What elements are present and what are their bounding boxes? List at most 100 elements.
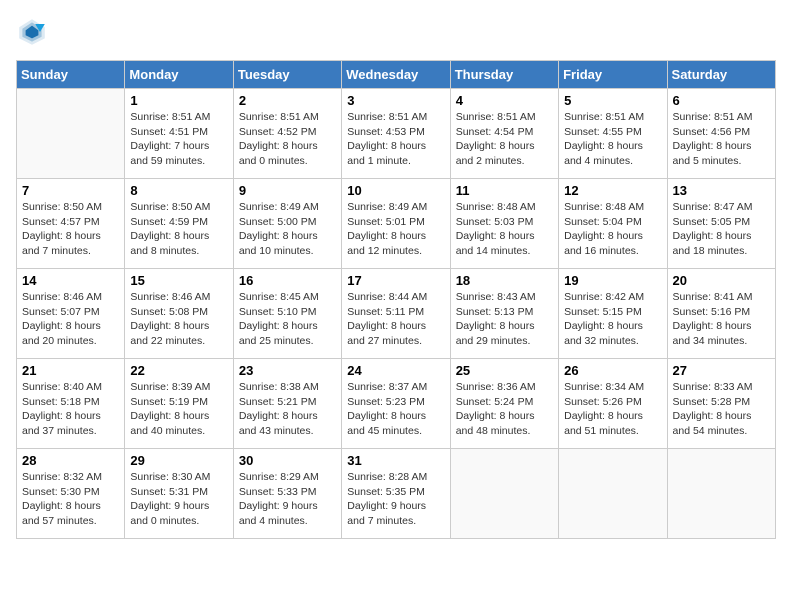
day-number: 21: [22, 363, 119, 378]
calendar-header-row: SundayMondayTuesdayWednesdayThursdayFrid…: [17, 61, 776, 89]
day-info: Sunrise: 8:51 AMSunset: 4:56 PMDaylight:…: [673, 110, 770, 169]
day-info: Sunrise: 8:39 AMSunset: 5:19 PMDaylight:…: [130, 380, 227, 439]
day-cell: 17Sunrise: 8:44 AMSunset: 5:11 PMDayligh…: [342, 269, 450, 359]
day-number: 2: [239, 93, 336, 108]
day-info: Sunrise: 8:51 AMSunset: 4:54 PMDaylight:…: [456, 110, 553, 169]
day-number: 27: [673, 363, 770, 378]
day-number: 5: [564, 93, 661, 108]
day-number: 17: [347, 273, 444, 288]
day-number: 12: [564, 183, 661, 198]
day-cell: 18 Sunrise: 8:43 AMSunset: 5:13 PMDayligh…: [450, 269, 558, 359]
day-info: Sunrise: 8:46 AMSunset: 5:08 PMDaylight:…: [130, 290, 227, 349]
page-header: [16, 16, 776, 48]
day-number: 31: [347, 453, 444, 468]
day-cell: 16 Sunrise: 8:45 AMSunset: 5:10 PMDayligh…: [233, 269, 341, 359]
day-number: 8: [130, 183, 227, 198]
day-number: 13: [673, 183, 770, 198]
day-cell: 2 Sunrise: 8:51 AMSunset: 4:52 PMDaylight…: [233, 89, 341, 179]
day-number: 16: [239, 273, 336, 288]
day-header-thursday: Thursday: [450, 61, 558, 89]
day-cell: 22Sunrise: 8:39 AMSunset: 5:19 PMDayligh…: [125, 359, 233, 449]
day-cell: 28 Sunrise: 8:32 AMSunset: 5:30 PMDayligh…: [17, 449, 125, 539]
day-info: Sunrise: 8:33 AMSunset: 5:28 PMDaylight:…: [673, 380, 770, 439]
day-header-friday: Friday: [559, 61, 667, 89]
day-cell: 13 Sunrise: 8:47 AMSunset: 5:05 PMDayligh…: [667, 179, 775, 269]
day-number: 3: [347, 93, 444, 108]
calendar-table: SundayMondayTuesdayWednesdayThursdayFrid…: [16, 60, 776, 539]
day-cell: 9Sunrise: 8:49 AMSunset: 5:00 PMDaylight…: [233, 179, 341, 269]
day-cell: 27 Sunrise: 8:33 AMSunset: 5:28 PMDayligh…: [667, 359, 775, 449]
day-cell: 20 Sunrise: 8:41 AMSunset: 5:16 PMDayligh…: [667, 269, 775, 359]
day-info: Sunrise: 8:29 AMSunset: 5:33 PMDaylight:…: [239, 470, 336, 529]
day-cell: 7Sunrise: 8:50 AMSunset: 4:57 PMDaylight…: [17, 179, 125, 269]
day-info: Sunrise: 8:41 AMSunset: 5:16 PMDaylight:…: [673, 290, 770, 349]
day-info: Sunrise: 8:48 AMSunset: 5:04 PMDaylight:…: [564, 200, 661, 259]
day-header-sunday: Sunday: [17, 61, 125, 89]
day-cell: 26 Sunrise: 8:34 AMSunset: 5:26 PMDayligh…: [559, 359, 667, 449]
day-number: 4: [456, 93, 553, 108]
week-row-1: 1 Sunrise: 8:51 AMSunset: 4:51 PMDaylight…: [17, 89, 776, 179]
week-row-4: 21 Sunrise: 8:40 AMSunset: 5:18 PMDayligh…: [17, 359, 776, 449]
day-cell: [667, 449, 775, 539]
day-number: 6: [673, 93, 770, 108]
day-info: Sunrise: 8:51 AMSunset: 4:55 PMDaylight:…: [564, 110, 661, 169]
day-number: 15: [130, 273, 227, 288]
day-info: Sunrise: 8:32 AMSunset: 5:30 PMDaylight:…: [22, 470, 119, 529]
day-info: Sunrise: 8:45 AMSunset: 5:10 PMDaylight:…: [239, 290, 336, 349]
day-info: Sunrise: 8:51 AMSunset: 4:51 PMDaylight:…: [130, 110, 227, 169]
day-cell: 29Sunrise: 8:30 AMSunset: 5:31 PMDayligh…: [125, 449, 233, 539]
day-cell: 5 Sunrise: 8:51 AMSunset: 4:55 PMDaylight…: [559, 89, 667, 179]
day-info: Sunrise: 8:50 AMSunset: 4:59 PMDaylight:…: [130, 200, 227, 259]
day-number: 26: [564, 363, 661, 378]
day-header-tuesday: Tuesday: [233, 61, 341, 89]
logo-icon: [16, 16, 48, 48]
day-info: Sunrise: 8:37 AMSunset: 5:23 PMDaylight:…: [347, 380, 444, 439]
day-info: Sunrise: 8:42 AMSunset: 5:15 PMDaylight:…: [564, 290, 661, 349]
day-cell: [17, 89, 125, 179]
day-number: 24: [347, 363, 444, 378]
day-header-saturday: Saturday: [667, 61, 775, 89]
day-info: Sunrise: 8:36 AMSunset: 5:24 PMDaylight:…: [456, 380, 553, 439]
week-row-2: 7Sunrise: 8:50 AMSunset: 4:57 PMDaylight…: [17, 179, 776, 269]
day-cell: 15 Sunrise: 8:46 AMSunset: 5:08 PMDayligh…: [125, 269, 233, 359]
day-info: Sunrise: 8:49 AMSunset: 5:00 PMDaylight:…: [239, 200, 336, 259]
day-number: 25: [456, 363, 553, 378]
day-info: Sunrise: 8:28 AMSunset: 5:35 PMDaylight:…: [347, 470, 444, 529]
day-cell: 8 Sunrise: 8:50 AMSunset: 4:59 PMDaylight…: [125, 179, 233, 269]
day-info: Sunrise: 8:40 AMSunset: 5:18 PMDaylight:…: [22, 380, 119, 439]
day-info: Sunrise: 8:47 AMSunset: 5:05 PMDaylight:…: [673, 200, 770, 259]
day-cell: 11Sunrise: 8:48 AMSunset: 5:03 PMDayligh…: [450, 179, 558, 269]
day-cell: 1 Sunrise: 8:51 AMSunset: 4:51 PMDaylight…: [125, 89, 233, 179]
day-info: Sunrise: 8:51 AMSunset: 4:52 PMDaylight:…: [239, 110, 336, 169]
day-info: Sunrise: 8:50 AMSunset: 4:57 PMDaylight:…: [22, 200, 119, 259]
day-number: 18: [456, 273, 553, 288]
day-number: 30: [239, 453, 336, 468]
day-info: Sunrise: 8:43 AMSunset: 5:13 PMDaylight:…: [456, 290, 553, 349]
day-info: Sunrise: 8:34 AMSunset: 5:26 PMDaylight:…: [564, 380, 661, 439]
day-number: 28: [22, 453, 119, 468]
day-cell: 6 Sunrise: 8:51 AMSunset: 4:56 PMDaylight…: [667, 89, 775, 179]
week-row-3: 14 Sunrise: 8:46 AMSunset: 5:07 PMDayligh…: [17, 269, 776, 359]
day-cell: 21 Sunrise: 8:40 AMSunset: 5:18 PMDayligh…: [17, 359, 125, 449]
day-number: 10: [347, 183, 444, 198]
day-cell: 14 Sunrise: 8:46 AMSunset: 5:07 PMDayligh…: [17, 269, 125, 359]
day-info: Sunrise: 8:46 AMSunset: 5:07 PMDaylight:…: [22, 290, 119, 349]
day-info: Sunrise: 8:49 AMSunset: 5:01 PMDaylight:…: [347, 200, 444, 259]
day-cell: 19Sunrise: 8:42 AMSunset: 5:15 PMDayligh…: [559, 269, 667, 359]
day-cell: 10 Sunrise: 8:49 AMSunset: 5:01 PMDayligh…: [342, 179, 450, 269]
day-info: Sunrise: 8:38 AMSunset: 5:21 PMDaylight:…: [239, 380, 336, 439]
day-number: 14: [22, 273, 119, 288]
day-number: 23: [239, 363, 336, 378]
day-number: 11: [456, 183, 553, 198]
day-cell: 3Sunrise: 8:51 AMSunset: 4:53 PMDaylight…: [342, 89, 450, 179]
day-cell: 31 Sunrise: 8:28 AMSunset: 5:35 PMDayligh…: [342, 449, 450, 539]
day-header-monday: Monday: [125, 61, 233, 89]
day-cell: 24 Sunrise: 8:37 AMSunset: 5:23 PMDayligh…: [342, 359, 450, 449]
day-cell: 23 Sunrise: 8:38 AMSunset: 5:21 PMDayligh…: [233, 359, 341, 449]
week-row-5: 28 Sunrise: 8:32 AMSunset: 5:30 PMDayligh…: [17, 449, 776, 539]
day-number: 29: [130, 453, 227, 468]
day-cell: 12 Sunrise: 8:48 AMSunset: 5:04 PMDayligh…: [559, 179, 667, 269]
day-number: 20: [673, 273, 770, 288]
logo: [16, 16, 52, 48]
day-number: 1: [130, 93, 227, 108]
